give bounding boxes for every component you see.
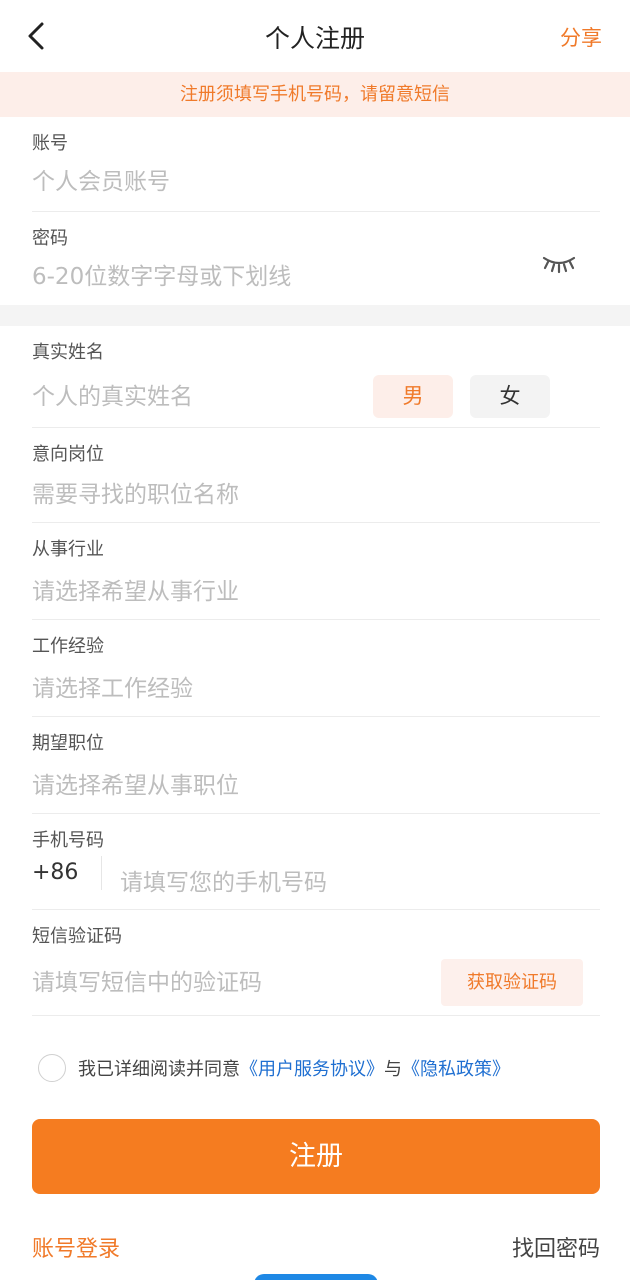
job-intent-input[interactable] [32,482,572,508]
expected-position-field: 期望职位 [32,717,600,814]
eye-closed-icon[interactable] [542,252,576,276]
agreement-conjunction: 与 [384,1059,402,1080]
sms-code-input[interactable] [32,970,412,996]
sms-code-label: 短信验证码 [32,926,122,947]
phone-input[interactable] [120,870,580,896]
industry-field: 从事行业 [32,523,600,620]
header: 个人注册 分享 [0,0,630,72]
password-label: 密码 [32,228,68,249]
share-button[interactable]: 分享 [560,22,602,52]
prefix-divider [101,856,102,890]
section-divider [0,305,630,326]
agreement-checkbox[interactable] [38,1054,66,1082]
account-label: 账号 [32,133,68,154]
real-name-input[interactable] [32,384,352,410]
real-name-label: 真实姓名 [32,342,104,363]
page-title: 个人注册 [264,24,365,53]
expected-position-label: 期望职位 [32,733,104,754]
notice-banner: 注册须填写手机号码，请留意短信 [0,72,630,117]
experience-field: 工作经验 [32,620,600,717]
password-field: 密码 [32,212,600,305]
agreement-row: 我已详细阅读并同意 《用户服务协议》 与 《隐私政策》 [38,1053,510,1083]
account-login-link[interactable]: 账号登录 [32,1231,120,1263]
privacy-link[interactable]: 《隐私政策》 [402,1055,510,1081]
job-intent-label: 意向岗位 [32,444,104,465]
agreement-prefix: 我已详细阅读并同意 [78,1059,240,1080]
terms-link[interactable]: 《用户服务协议》 [240,1055,384,1081]
register-page: 个人注册 分享 注册须填写手机号码，请留意短信 账号 密码 真实姓名 男 女 [0,0,630,1280]
account-field: 账号 [32,117,600,212]
register-button[interactable]: 注册 [32,1119,600,1194]
industry-select[interactable] [32,579,572,605]
gender-female-button[interactable]: 女 [470,375,550,418]
industry-label: 从事行业 [32,539,104,560]
experience-select[interactable] [32,676,572,702]
country-code[interactable]: +86 [32,860,78,885]
gender-male-button[interactable]: 男 [373,375,453,418]
job-intent-field: 意向岗位 [32,428,600,523]
password-input[interactable] [32,264,512,290]
expected-position-select[interactable] [32,773,572,799]
get-code-button[interactable]: 获取验证码 [441,959,583,1006]
recover-password-link[interactable]: 找回密码 [512,1231,600,1263]
phone-label: 手机号码 [32,830,104,851]
real-name-field: 真实姓名 男 女 [32,326,600,428]
sms-code-field: 短信验证码 获取验证码 [32,910,600,1016]
experience-label: 工作经验 [32,636,104,657]
account-input[interactable] [32,169,512,195]
phone-field: 手机号码 +86 [32,814,600,910]
floating-button-peek[interactable] [254,1274,378,1280]
